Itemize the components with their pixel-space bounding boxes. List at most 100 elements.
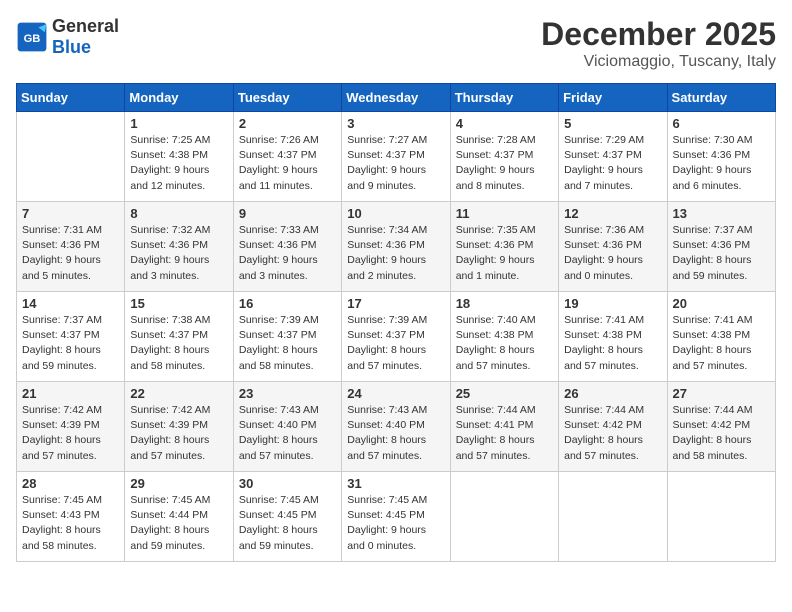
day-number: 1 xyxy=(130,116,227,131)
calendar-week-row: 28Sunrise: 7:45 AMSunset: 4:43 PMDayligh… xyxy=(17,472,776,562)
day-info: Sunrise: 7:45 AMSunset: 4:44 PMDaylight:… xyxy=(130,493,227,554)
calendar-cell: 13 Sunrise: 7:37 AMSunset: 4:36 PMDayligh… xyxy=(667,202,775,292)
day-number: 19 xyxy=(564,296,661,311)
day-number: 13 xyxy=(673,206,770,221)
day-number: 3 xyxy=(347,116,444,131)
day-info: Sunrise: 7:45 AMSunset: 4:45 PMDaylight:… xyxy=(239,493,336,554)
day-info: Sunrise: 7:35 AMSunset: 4:36 PMDaylight:… xyxy=(456,223,553,284)
calendar-cell: 7 Sunrise: 7:31 AMSunset: 4:36 PMDaylight… xyxy=(17,202,125,292)
calendar-week-row: 7 Sunrise: 7:31 AMSunset: 4:36 PMDaylight… xyxy=(17,202,776,292)
calendar-cell: 22Sunrise: 7:42 AMSunset: 4:39 PMDayligh… xyxy=(125,382,233,472)
day-number: 25 xyxy=(456,386,553,401)
day-number: 29 xyxy=(130,476,227,491)
day-info: Sunrise: 7:28 AMSunset: 4:37 PMDaylight:… xyxy=(456,133,553,194)
calendar-cell: 6Sunrise: 7:30 AMSunset: 4:36 PMDaylight… xyxy=(667,112,775,202)
day-info: Sunrise: 7:40 AMSunset: 4:38 PMDaylight:… xyxy=(456,313,553,374)
day-number: 7 xyxy=(22,206,119,221)
calendar-cell: 8 Sunrise: 7:32 AMSunset: 4:36 PMDaylight… xyxy=(125,202,233,292)
calendar-cell: 4 Sunrise: 7:28 AMSunset: 4:37 PMDaylight… xyxy=(450,112,558,202)
calendar-cell: 18Sunrise: 7:40 AMSunset: 4:38 PMDayligh… xyxy=(450,292,558,382)
column-header-sunday: Sunday xyxy=(17,84,125,112)
calendar-cell xyxy=(667,472,775,562)
page-header: GB General Blue December 2025 Viciomaggi… xyxy=(16,16,776,71)
month-title: December 2025 xyxy=(541,16,776,53)
day-info: Sunrise: 7:44 AMSunset: 4:42 PMDaylight:… xyxy=(673,403,770,464)
calendar-cell: 16 Sunrise: 7:39 AMSunset: 4:37 PMDayligh… xyxy=(233,292,341,382)
svg-text:GB: GB xyxy=(24,33,41,45)
calendar-cell: 20Sunrise: 7:41 AMSunset: 4:38 PMDayligh… xyxy=(667,292,775,382)
calendar-cell xyxy=(559,472,667,562)
day-number: 17 xyxy=(347,296,444,311)
day-number: 27 xyxy=(673,386,770,401)
day-number: 10 xyxy=(347,206,444,221)
logo-icon: GB xyxy=(16,21,48,53)
calendar-cell: 2Sunrise: 7:26 AMSunset: 4:37 PMDaylight… xyxy=(233,112,341,202)
day-number: 9 xyxy=(239,206,336,221)
calendar-cell: 30 Sunrise: 7:45 AMSunset: 4:45 PMDayligh… xyxy=(233,472,341,562)
day-info: Sunrise: 7:42 AMSunset: 4:39 PMDaylight:… xyxy=(130,403,227,464)
calendar-cell: 26Sunrise: 7:44 AMSunset: 4:42 PMDayligh… xyxy=(559,382,667,472)
day-number: 23 xyxy=(239,386,336,401)
calendar-cell: 27 Sunrise: 7:44 AMSunset: 4:42 PMDayligh… xyxy=(667,382,775,472)
calendar-cell: 5 Sunrise: 7:29 AMSunset: 4:37 PMDaylight… xyxy=(559,112,667,202)
day-number: 8 xyxy=(130,206,227,221)
column-header-monday: Monday xyxy=(125,84,233,112)
day-info: Sunrise: 7:36 AMSunset: 4:36 PMDaylight:… xyxy=(564,223,661,284)
calendar-cell: 17 Sunrise: 7:39 AMSunset: 4:37 PMDayligh… xyxy=(342,292,450,382)
day-number: 20 xyxy=(673,296,770,311)
calendar-header: SundayMondayTuesdayWednesdayThursdayFrid… xyxy=(17,84,776,112)
day-number: 4 xyxy=(456,116,553,131)
day-info: Sunrise: 7:37 AMSunset: 4:36 PMDaylight:… xyxy=(673,223,770,284)
day-info: Sunrise: 7:41 AMSunset: 4:38 PMDaylight:… xyxy=(564,313,661,374)
calendar-cell: 25 Sunrise: 7:44 AMSunset: 4:41 PMDayligh… xyxy=(450,382,558,472)
column-header-tuesday: Tuesday xyxy=(233,84,341,112)
day-info: Sunrise: 7:39 AMSunset: 4:37 PMDaylight:… xyxy=(347,313,444,374)
calendar-cell xyxy=(17,112,125,202)
day-number: 24 xyxy=(347,386,444,401)
day-number: 6 xyxy=(673,116,770,131)
day-info: Sunrise: 7:39 AMSunset: 4:37 PMDaylight:… xyxy=(239,313,336,374)
logo-text-blue: Blue xyxy=(52,37,91,57)
day-info: Sunrise: 7:34 AMSunset: 4:36 PMDaylight:… xyxy=(347,223,444,284)
day-info: Sunrise: 7:31 AMSunset: 4:36 PMDaylight:… xyxy=(22,223,119,284)
day-number: 30 xyxy=(239,476,336,491)
day-number: 21 xyxy=(22,386,119,401)
calendar-cell: 1 Sunrise: 7:25 AMSunset: 4:38 PMDaylight… xyxy=(125,112,233,202)
calendar-cell: 28Sunrise: 7:45 AMSunset: 4:43 PMDayligh… xyxy=(17,472,125,562)
calendar-cell xyxy=(450,472,558,562)
day-number: 11 xyxy=(456,206,553,221)
calendar-cell: 3Sunrise: 7:27 AMSunset: 4:37 PMDaylight… xyxy=(342,112,450,202)
day-info: Sunrise: 7:42 AMSunset: 4:39 PMDaylight:… xyxy=(22,403,119,464)
day-number: 15 xyxy=(130,296,227,311)
calendar-cell: 23 Sunrise: 7:43 AMSunset: 4:40 PMDayligh… xyxy=(233,382,341,472)
day-number: 14 xyxy=(22,296,119,311)
calendar-table: SundayMondayTuesdayWednesdayThursdayFrid… xyxy=(16,83,776,562)
calendar-cell: 19 Sunrise: 7:41 AMSunset: 4:38 PMDayligh… xyxy=(559,292,667,382)
calendar-cell: 14 Sunrise: 7:37 AMSunset: 4:37 PMDayligh… xyxy=(17,292,125,382)
calendar-cell: 9Sunrise: 7:33 AMSunset: 4:36 PMDaylight… xyxy=(233,202,341,292)
day-info: Sunrise: 7:25 AMSunset: 4:38 PMDaylight:… xyxy=(130,133,227,194)
calendar-week-row: 1 Sunrise: 7:25 AMSunset: 4:38 PMDaylight… xyxy=(17,112,776,202)
location-subtitle: Viciomaggio, Tuscany, Italy xyxy=(541,53,776,71)
day-info: Sunrise: 7:44 AMSunset: 4:41 PMDaylight:… xyxy=(456,403,553,464)
day-info: Sunrise: 7:45 AMSunset: 4:45 PMDaylight:… xyxy=(347,493,444,554)
calendar-cell: 11 Sunrise: 7:35 AMSunset: 4:36 PMDayligh… xyxy=(450,202,558,292)
calendar-week-row: 21 Sunrise: 7:42 AMSunset: 4:39 PMDayligh… xyxy=(17,382,776,472)
calendar-cell: 15Sunrise: 7:38 AMSunset: 4:37 PMDayligh… xyxy=(125,292,233,382)
calendar-cell: 12Sunrise: 7:36 AMSunset: 4:36 PMDayligh… xyxy=(559,202,667,292)
day-number: 31 xyxy=(347,476,444,491)
day-info: Sunrise: 7:37 AMSunset: 4:37 PMDaylight:… xyxy=(22,313,119,374)
column-header-friday: Friday xyxy=(559,84,667,112)
day-number: 16 xyxy=(239,296,336,311)
calendar-cell: 29 Sunrise: 7:45 AMSunset: 4:44 PMDayligh… xyxy=(125,472,233,562)
calendar-week-row: 14 Sunrise: 7:37 AMSunset: 4:37 PMDayligh… xyxy=(17,292,776,382)
logo: GB General Blue xyxy=(16,16,119,58)
calendar-cell: 31 Sunrise: 7:45 AMSunset: 4:45 PMDayligh… xyxy=(342,472,450,562)
day-info: Sunrise: 7:43 AMSunset: 4:40 PMDaylight:… xyxy=(239,403,336,464)
day-info: Sunrise: 7:29 AMSunset: 4:37 PMDaylight:… xyxy=(564,133,661,194)
day-info: Sunrise: 7:44 AMSunset: 4:42 PMDaylight:… xyxy=(564,403,661,464)
day-number: 5 xyxy=(564,116,661,131)
column-header-wednesday: Wednesday xyxy=(342,84,450,112)
day-info: Sunrise: 7:32 AMSunset: 4:36 PMDaylight:… xyxy=(130,223,227,284)
day-number: 28 xyxy=(22,476,119,491)
